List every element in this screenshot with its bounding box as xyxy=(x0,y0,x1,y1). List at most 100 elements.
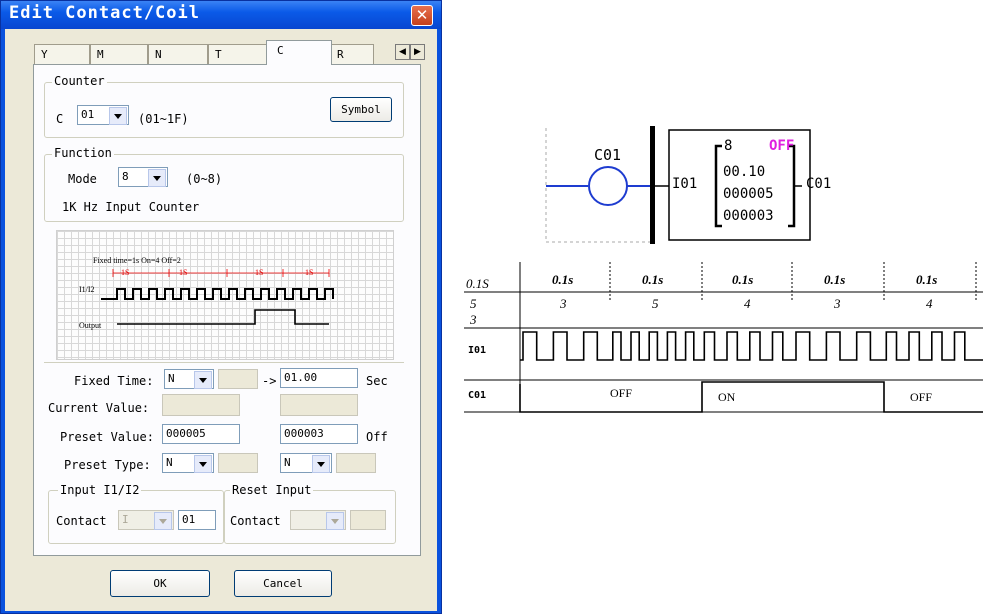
counter-prefix: C xyxy=(56,112,64,126)
cancel-button[interactable]: Cancel xyxy=(234,570,332,597)
fixed-time-type-select[interactable]: N xyxy=(164,369,214,389)
input-group-title: Input I1/I2 xyxy=(58,483,142,497)
pulse-count: 4 xyxy=(926,296,933,311)
chevron-down-icon xyxy=(312,455,330,473)
output-state: ON xyxy=(718,390,736,404)
block-preset-off: 000003 xyxy=(723,208,774,224)
input-waveform xyxy=(520,331,983,361)
preset-on-input[interactable]: 000005 xyxy=(162,424,240,444)
current-value-on-field xyxy=(162,394,240,416)
block-output-label: C01 xyxy=(806,176,832,192)
tab-scroll-right-button[interactable]: ▶ xyxy=(410,44,425,60)
ladder-rail xyxy=(650,126,655,244)
diagram-interval-arrows xyxy=(112,269,330,277)
preset-type-on-field xyxy=(218,453,258,473)
arrow-left-icon: ◀ xyxy=(399,47,406,57)
symbol-button[interactable]: Symbol xyxy=(330,97,392,122)
tab-label: R xyxy=(337,48,344,61)
tab-label: N xyxy=(155,48,162,61)
preset-type-label: Preset Type: xyxy=(64,458,151,472)
block-preset-on: 000005 xyxy=(723,186,774,202)
pulse-count: 5 xyxy=(652,296,659,311)
counter-number-select[interactable]: 01 xyxy=(77,105,129,125)
arrow-right-icon: ▶ xyxy=(414,47,421,57)
preset-off-input[interactable]: 000003 xyxy=(280,424,358,444)
preset-type-off-value: N xyxy=(284,456,291,469)
input-contact-type-value: I xyxy=(122,513,129,526)
preset-on-label: 5 xyxy=(470,296,477,311)
preset-off-label: Off xyxy=(366,430,388,444)
tab-r[interactable]: R xyxy=(330,44,374,64)
coil-label: C01 xyxy=(594,146,622,164)
ladder-graphics xyxy=(545,126,811,244)
coil-circle xyxy=(588,166,628,206)
period-label: 0.1s xyxy=(642,272,664,287)
output-row-label: C01 xyxy=(468,390,487,401)
current-value-label: Current Value: xyxy=(48,401,150,415)
close-button[interactable]: ✕ xyxy=(411,5,433,26)
block-input-label: I01 xyxy=(672,176,698,192)
tab-n[interactable]: N xyxy=(148,44,208,64)
block-status: OFF xyxy=(769,138,795,154)
tab-label: T xyxy=(215,48,222,61)
pulse-count: 4 xyxy=(744,296,751,311)
mode-timing-diagram: Fixed time=1s On=4 Off=2 1S 1S 1S 1S I1/… xyxy=(56,230,394,360)
preset-type-on-select[interactable]: N xyxy=(162,453,214,473)
input-contact-label: Contact xyxy=(56,514,107,528)
function-description: 1K Hz Input Counter xyxy=(62,200,200,214)
period-label: 0.1s xyxy=(824,272,846,287)
timing-chart: 0.1S 0.1s 0.1s 0.1s 0.1s 0.1s 5 3 3 5 4 … xyxy=(464,262,983,422)
input-contact-type-select: I xyxy=(118,510,174,530)
reset-contact-number-field xyxy=(350,510,386,530)
counter-number-value: 01 xyxy=(81,108,95,121)
input-row-label: I01 xyxy=(468,345,487,356)
chevron-down-icon xyxy=(109,107,127,125)
period-label: 0.1s xyxy=(552,272,574,287)
tab-t[interactable]: T xyxy=(208,44,268,64)
output-state: OFF xyxy=(910,390,933,404)
fixed-time-unit: Sec xyxy=(366,374,388,388)
ladder-diagram: C01 I01 8 OFF 00.10 000005 000003 C01 xyxy=(540,124,980,244)
preset-type-off-select[interactable]: N xyxy=(280,453,332,473)
mode-label: Mode xyxy=(68,172,97,186)
tab-label: C xyxy=(277,44,284,57)
input-contact-number-input[interactable]: 01 xyxy=(178,510,216,530)
counter-group-title: Counter xyxy=(52,74,107,88)
counter-range: (01~1F) xyxy=(138,112,189,126)
title-bar[interactable]: Edit Contact/Coil ✕ xyxy=(1,1,441,29)
chevron-down-icon xyxy=(148,169,166,187)
preset-value-label: Preset Value: xyxy=(60,430,154,444)
period-label: 0.1s xyxy=(732,272,754,287)
tab-label: M xyxy=(97,48,104,61)
block-time: 00.10 xyxy=(723,164,766,180)
fixed-time-type-value: N xyxy=(168,372,175,385)
close-icon: ✕ xyxy=(415,6,429,24)
tab-scroll-left-button[interactable]: ◀ xyxy=(395,44,410,60)
fixed-time-label: Fixed Time: xyxy=(74,374,154,388)
mode-range: (0~8) xyxy=(186,172,223,186)
fixed-time-arrow: -> xyxy=(262,374,277,388)
fixed-time-input[interactable]: 01.00 xyxy=(280,368,358,388)
chevron-down-icon xyxy=(194,455,212,473)
chevron-down-icon xyxy=(154,512,172,530)
preset-off-label: 3 xyxy=(470,312,477,327)
preset-type-off-field xyxy=(336,453,376,473)
tab-c[interactable]: C xyxy=(266,40,332,65)
ok-button[interactable]: OK xyxy=(110,570,210,597)
reset-contact-type-select xyxy=(290,510,346,530)
reset-group-title: Reset Input xyxy=(230,483,314,497)
header-period-label: 0.1S xyxy=(466,276,489,291)
mode-select[interactable]: 8 xyxy=(118,167,168,187)
tab-label: Y xyxy=(41,48,48,61)
preset-type-on-value: N xyxy=(166,456,173,469)
diagram-input-wave xyxy=(101,288,334,300)
diagram-waveforms xyxy=(101,269,334,325)
period-label: 0.1s xyxy=(916,272,938,287)
block-mode: 8 xyxy=(724,138,733,154)
chevron-down-icon xyxy=(194,371,212,389)
separator xyxy=(44,362,404,363)
tab-y[interactable]: Y xyxy=(34,44,90,64)
function-group-title: Function xyxy=(52,146,114,160)
tab-m[interactable]: M xyxy=(90,44,148,64)
output-state: OFF xyxy=(610,386,633,400)
